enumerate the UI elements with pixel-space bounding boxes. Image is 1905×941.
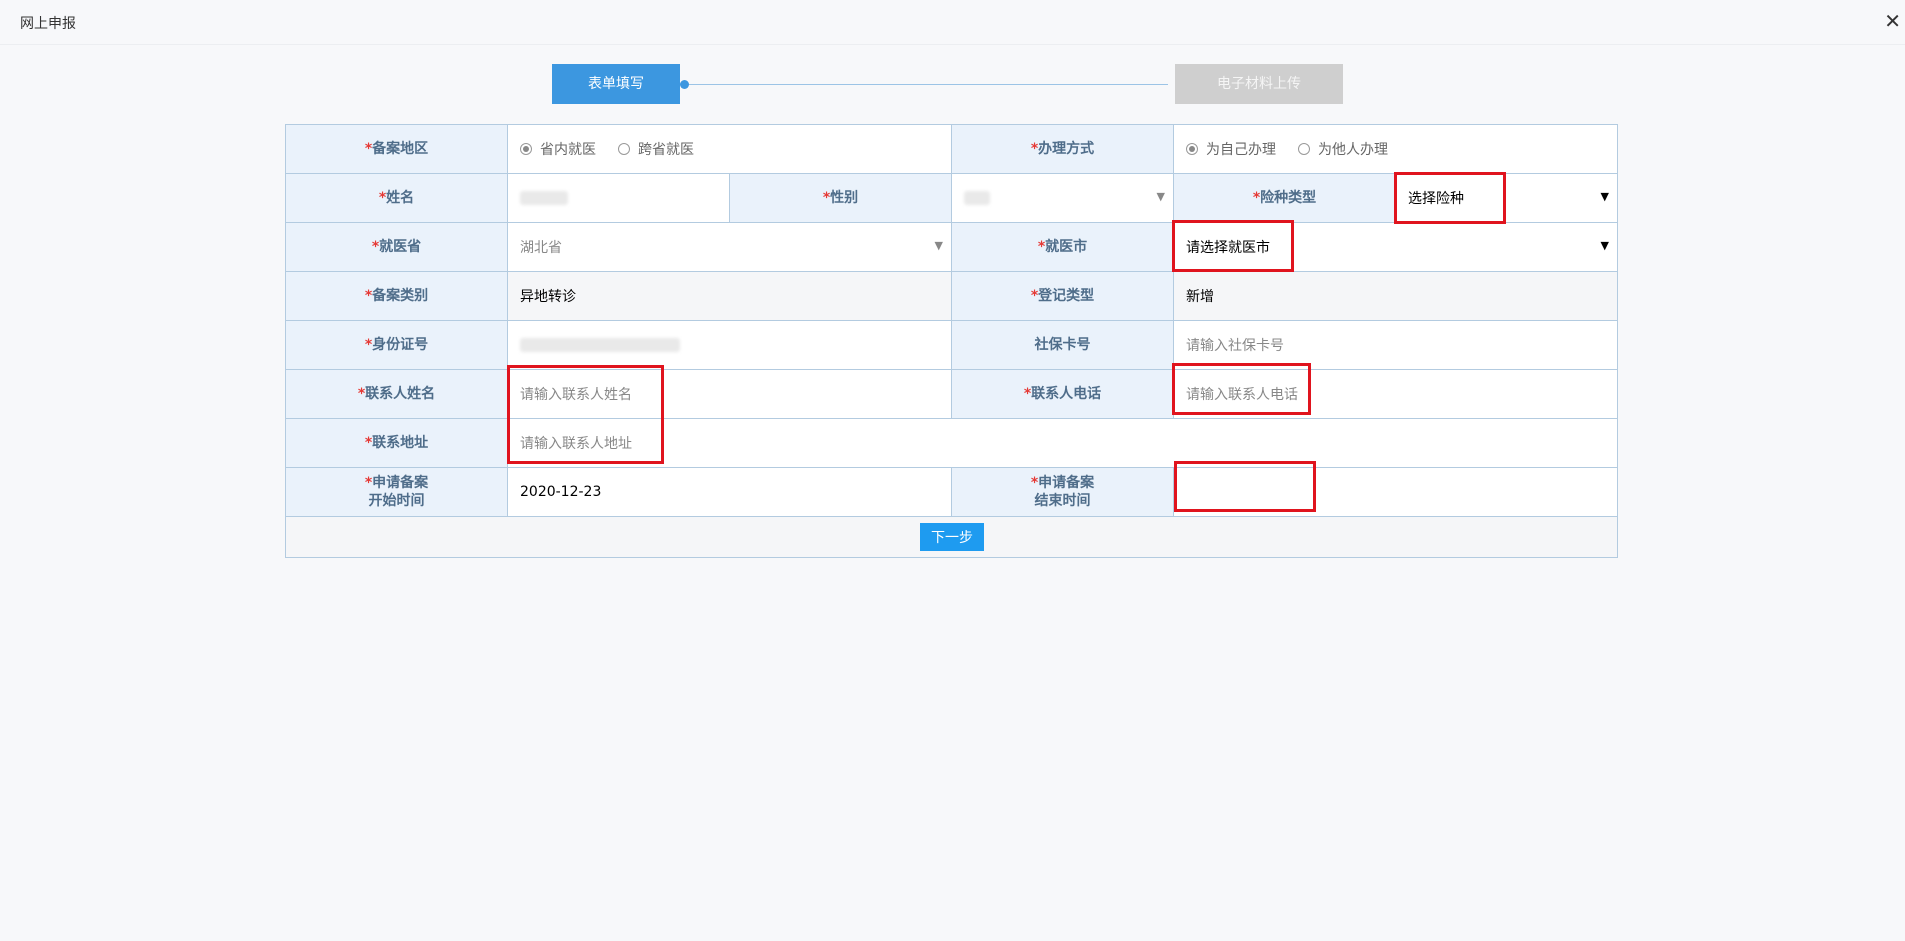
form-row: *联系地址 请输入联系人地址 xyxy=(286,419,1617,468)
form-actions: 下一步 xyxy=(286,517,1617,557)
registration-form: *备案地区 省内就医 跨省就医 *办理方式 为自己办理 为他人办理 *姓名 *性… xyxy=(285,124,1618,558)
radio-cross-province[interactable]: 跨省就医 xyxy=(618,139,694,159)
radio-for-others[interactable]: 为他人办理 xyxy=(1298,139,1388,159)
gender-select[interactable]: ▼ xyxy=(952,174,1174,222)
id-number-input[interactable] xyxy=(508,321,952,369)
field-label: *联系人电话 xyxy=(952,370,1174,418)
step-upload-materials[interactable]: 电子材料上传 xyxy=(1175,64,1343,104)
contact-name-input[interactable]: 请输入联系人姓名 xyxy=(508,370,952,418)
form-row: *申请备案 开始时间 2020-12-23 *申请备案 结束时间 xyxy=(286,468,1617,517)
next-step-button[interactable]: 下一步 xyxy=(920,523,984,551)
radio-unchecked-icon xyxy=(1298,143,1310,155)
form-row: *联系人姓名 请输入联系人姓名 *联系人电话 请输入联系人电话 xyxy=(286,370,1617,419)
contact-phone-input[interactable]: 请输入联系人电话 xyxy=(1174,370,1617,418)
field-label: *备案地区 xyxy=(286,125,508,173)
registration-type-value: 新增 xyxy=(1174,272,1617,320)
medical-province-select[interactable]: 湖北省 ▼ xyxy=(508,223,952,271)
form-row: *就医省 湖北省 ▼ *就医市 请选择就医市 ▼ xyxy=(286,223,1617,272)
field-label: *联系人姓名 xyxy=(286,370,508,418)
registration-category-value: 异地转诊 xyxy=(508,272,952,320)
chevron-down-icon: ▼ xyxy=(934,239,943,252)
radio-checked-icon xyxy=(520,143,532,155)
chevron-down-icon: ▼ xyxy=(1156,190,1165,203)
field-label: *姓名 xyxy=(286,174,508,222)
handling-method-radio-group: 为自己办理 为他人办理 xyxy=(1174,125,1617,173)
redacted-gender xyxy=(964,191,990,205)
insurance-type-select[interactable]: 选择险种 ▼ xyxy=(1396,174,1617,222)
field-label: *登记类型 xyxy=(952,272,1174,320)
redacted-id-number xyxy=(520,338,680,352)
field-label: *身份证号 xyxy=(286,321,508,369)
end-date-input[interactable] xyxy=(1174,468,1617,516)
radio-checked-icon xyxy=(1186,143,1198,155)
radio-for-self[interactable]: 为自己办理 xyxy=(1186,139,1276,159)
step-connector xyxy=(684,84,1168,85)
redacted-name xyxy=(520,191,568,205)
name-input[interactable] xyxy=(508,174,730,222)
radio-unchecked-icon xyxy=(618,143,630,155)
stepper: 表单填写 电子材料上传 xyxy=(0,64,1905,104)
contact-address-input[interactable]: 请输入联系人地址 xyxy=(508,419,1617,467)
field-label: 社保卡号 xyxy=(952,321,1174,369)
step-form-fill[interactable]: 表单填写 xyxy=(552,64,680,104)
field-label: *就医省 xyxy=(286,223,508,271)
window-titlebar: 网上申报 ✕ xyxy=(0,0,1905,45)
field-label: *申请备案 结束时间 xyxy=(952,468,1174,516)
form-row: *备案地区 省内就医 跨省就医 *办理方式 为自己办理 为他人办理 xyxy=(286,125,1617,174)
field-label: *性别 xyxy=(730,174,952,222)
chevron-down-icon: ▼ xyxy=(1600,239,1609,252)
radio-in-province[interactable]: 省内就医 xyxy=(520,139,596,159)
field-label: *联系地址 xyxy=(286,419,508,467)
start-date-input[interactable]: 2020-12-23 xyxy=(508,468,952,516)
form-row: *身份证号 社保卡号 请输入社保卡号 xyxy=(286,321,1617,370)
field-label: *备案类别 xyxy=(286,272,508,320)
step-progress-dot xyxy=(680,80,689,89)
field-label: *就医市 xyxy=(952,223,1174,271)
form-row: *姓名 *性别 ▼ *险种类型 选择险种 ▼ xyxy=(286,174,1617,223)
medical-city-select[interactable]: 请选择就医市 ▼ xyxy=(1174,223,1617,271)
social-security-card-input[interactable]: 请输入社保卡号 xyxy=(1174,321,1617,369)
registration-area-radio-group: 省内就医 跨省就医 xyxy=(508,125,952,173)
form-row: *备案类别 异地转诊 *登记类型 新增 xyxy=(286,272,1617,321)
window-title: 网上申报 xyxy=(20,16,76,32)
chevron-down-icon: ▼ xyxy=(1600,190,1609,203)
field-label: *办理方式 xyxy=(952,125,1174,173)
field-label: *申请备案 开始时间 xyxy=(286,468,508,516)
close-icon[interactable]: ✕ xyxy=(1884,9,1901,33)
field-label: *险种类型 xyxy=(1174,174,1396,222)
